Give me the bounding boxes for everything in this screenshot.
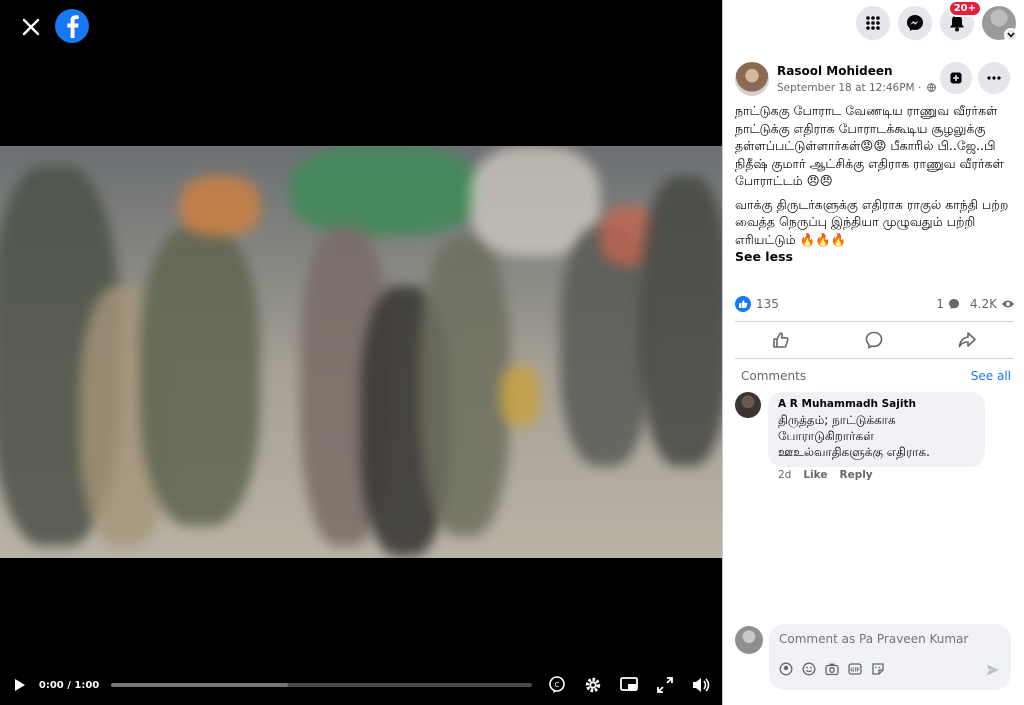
sticker-button[interactable]	[871, 662, 885, 676]
camera-icon	[825, 663, 839, 676]
share-button[interactable]	[937, 325, 997, 355]
more-options-button[interactable]	[978, 62, 1010, 94]
play-button[interactable]	[10, 674, 31, 696]
comment-button[interactable]	[844, 325, 904, 355]
avatar-sticker-icon	[779, 662, 793, 676]
video-frame[interactable]	[0, 146, 722, 558]
comment-bubble-icon	[949, 299, 960, 309]
picture-in-picture-icon	[620, 677, 638, 691]
account-avatar[interactable]	[982, 6, 1018, 42]
video-time: 0:00 / 1:00	[38, 679, 100, 691]
comment-composer: GIF	[735, 624, 1015, 690]
fullscreen-button[interactable]	[654, 674, 676, 696]
video-viewer: 0:00 / 1:00 C	[0, 0, 722, 705]
avatar-sticker-button[interactable]	[779, 662, 793, 676]
volume-button[interactable]	[690, 674, 712, 696]
see-all-comments-link[interactable]: See all	[971, 369, 1011, 383]
fullscreen-icon	[657, 677, 673, 693]
view-count[interactable]: 4.2K	[970, 297, 997, 311]
progress-buffered	[111, 683, 288, 687]
svg-text:C: C	[555, 681, 560, 689]
video-progress-bar[interactable]	[111, 683, 532, 687]
comment-meta: 2d Like Reply	[778, 469, 873, 481]
messenger-button[interactable]	[898, 6, 932, 40]
thumbs-up-icon	[773, 332, 789, 348]
comment-text: திருத்தம்; நாட்டுக்காக போராடுகிறார்கள் ஊ…	[778, 413, 930, 459]
divider	[735, 358, 1013, 359]
like-reaction-icon[interactable]	[735, 296, 751, 312]
comment-count[interactable]: 1	[936, 297, 944, 311]
comment-age[interactable]: 2d	[778, 469, 791, 481]
comment-like-button[interactable]: Like	[803, 469, 827, 481]
bookmark-plus-icon	[950, 72, 962, 84]
captions-button[interactable]: C	[546, 674, 568, 696]
current-user-avatar[interactable]	[735, 626, 763, 654]
comment-icon	[865, 331, 883, 349]
sticker-icon	[872, 663, 884, 675]
post-side-panel: 20+ Rasool Mohideen September 18 at 12:4…	[722, 0, 1024, 705]
author-avatar[interactable]	[735, 62, 769, 96]
like-button[interactable]	[751, 325, 811, 355]
send-comment-button[interactable]	[985, 662, 1001, 678]
share-icon	[958, 332, 976, 348]
post-paragraph: வாக்கு திருடர்களுக்கு எதிராக ராகுல் காந்…	[735, 196, 1009, 247]
video-controls: 0:00 / 1:00 C	[0, 668, 722, 702]
emoji-button[interactable]	[802, 662, 816, 676]
captions-icon: C	[549, 676, 565, 693]
globe-icon	[926, 83, 936, 92]
eye-icon	[1002, 300, 1014, 308]
gear-icon	[585, 677, 601, 693]
photo-button[interactable]	[825, 662, 839, 676]
top-navigation: 20+	[856, 0, 1018, 42]
chevron-down-icon	[1004, 28, 1018, 42]
reaction-count[interactable]: 135	[756, 297, 779, 311]
commenter-name[interactable]: A R Muhammadh Sajith	[778, 398, 975, 410]
play-icon	[15, 679, 26, 691]
composer-tools: GIF	[779, 662, 885, 676]
smiley-icon	[802, 662, 816, 676]
menu-button[interactable]	[856, 6, 890, 40]
author-name[interactable]: Rasool Mohideen	[777, 64, 893, 78]
post-header: Rasool Mohideen September 18 at 12:46PM …	[735, 62, 1015, 98]
save-post-button[interactable]	[940, 62, 972, 94]
miniplayer-button[interactable]	[618, 674, 640, 696]
divider	[735, 321, 1013, 322]
post-timestamp[interactable]: September 18 at 12:46PM ·	[777, 82, 936, 94]
settings-button[interactable]	[582, 674, 604, 696]
gif-button[interactable]: GIF	[848, 662, 862, 676]
facebook-logo-icon[interactable]	[54, 8, 90, 44]
post-actions	[735, 324, 1013, 356]
see-less-link[interactable]: See less	[735, 248, 1015, 266]
notifications-button[interactable]: 20+	[940, 0, 982, 40]
grid-menu-icon	[866, 16, 880, 30]
post-text: நாட்டுககு போராட வேணடிய ராணுவ வீரர்கள் நா…	[735, 102, 1015, 266]
comment-box: GIF	[769, 624, 1011, 690]
messenger-icon	[907, 15, 923, 31]
ellipsis-icon	[987, 76, 1001, 80]
volume-icon	[693, 678, 710, 692]
svg-text:GIF: GIF	[850, 667, 859, 673]
close-button[interactable]	[14, 10, 48, 44]
post-paragraph: நாட்டுககு போராட வேணடிய ராணுவ வீரர்கள் நா…	[735, 103, 1004, 188]
comments-title: Comments	[741, 369, 807, 383]
commenter-avatar[interactable]	[735, 392, 761, 418]
comment-bubble: A R Muhammadh Sajith திருத்தம்; நாட்டுக்…	[768, 392, 985, 467]
send-icon	[987, 664, 999, 676]
notification-badge: 20+	[947, 0, 982, 17]
gif-icon: GIF	[848, 663, 862, 675]
comment-input[interactable]	[779, 632, 999, 646]
close-icon	[22, 18, 40, 36]
comments-header: Comments See all	[741, 369, 1011, 383]
comment-reply-button[interactable]: Reply	[839, 469, 872, 481]
reactions-bar: 135 1 4.2K	[735, 296, 1015, 314]
